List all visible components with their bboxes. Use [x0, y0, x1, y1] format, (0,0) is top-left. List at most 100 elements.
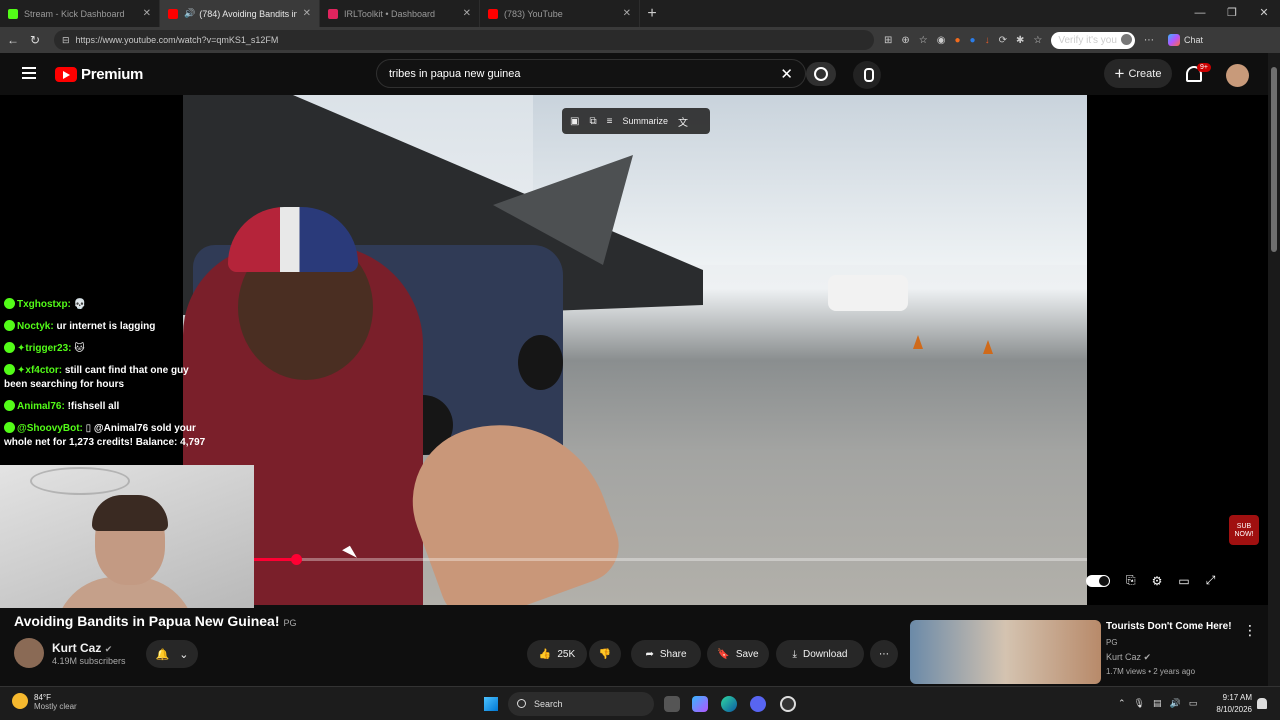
- settings-icon[interactable]: ⚙: [1152, 574, 1163, 588]
- notification-bell-icon[interactable]: [1257, 698, 1267, 709]
- tab-title: (784) Avoiding Bandits in Pap: [199, 8, 297, 19]
- plus-icon: +: [1114, 63, 1125, 83]
- speaker-icon[interactable]: 🔊: [184, 8, 195, 19]
- battery-icon[interactable]: ▭: [1189, 698, 1198, 709]
- obs-icon[interactable]: [780, 696, 796, 712]
- reload-icon[interactable]: ↻: [24, 33, 46, 47]
- kick-icon: [8, 8, 18, 19]
- subscribed-button[interactable]: 🔔 ⌄: [146, 640, 198, 668]
- clear-search-icon[interactable]: ✕: [780, 65, 793, 83]
- site-info-icon[interactable]: ⊟: [62, 35, 70, 46]
- recommended-more-icon[interactable]: ⋮: [1243, 622, 1257, 639]
- extension-icon[interactable]: ●: [954, 35, 960, 46]
- voice-search-icon[interactable]: [853, 61, 881, 89]
- task-view-icon[interactable]: [664, 696, 680, 712]
- restore-icon[interactable]: ❐: [1216, 0, 1248, 27]
- close-tab-icon[interactable]: ✕: [623, 8, 631, 19]
- autoplay-toggle[interactable]: [1086, 574, 1110, 587]
- refresh-extension-icon[interactable]: ⟳: [999, 35, 1007, 46]
- puzzle-icon[interactable]: ✱: [1016, 35, 1024, 46]
- more-icon[interactable]: ⋯: [1144, 35, 1154, 46]
- download-icon[interactable]: ↓: [985, 35, 990, 46]
- close-window-icon[interactable]: ✕: [1248, 0, 1280, 27]
- share-button[interactable]: ➦ Share: [631, 640, 701, 668]
- extension-icon[interactable]: ◉: [937, 35, 946, 46]
- logo-text: Premium: [81, 66, 144, 83]
- minimize-icon[interactable]: —: [1184, 0, 1216, 27]
- app-icon[interactable]: ⊞: [884, 35, 892, 46]
- taskbar-clock[interactable]: 9:17 AM 8/10/2026: [1208, 692, 1252, 716]
- video-progress-bar[interactable]: [254, 554, 1087, 565]
- extension-icon[interactable]: ●: [970, 35, 976, 46]
- close-tab-icon[interactable]: ✕: [303, 8, 311, 19]
- youtube-play-icon: [55, 67, 77, 82]
- network-icon[interactable]: ▤: [1153, 698, 1162, 709]
- close-tab-icon[interactable]: ✕: [463, 8, 471, 19]
- tab-kick-dashboard[interactable]: Stream - Kick Dashboard ✕: [0, 0, 160, 27]
- close-tab-icon[interactable]: ✕: [143, 8, 151, 19]
- dislike-button[interactable]: 👎: [589, 640, 621, 668]
- discord-icon[interactable]: [750, 696, 766, 712]
- streamer-webcam: [0, 465, 254, 608]
- kick-badge-icon: [4, 298, 15, 309]
- tab-youtube-video[interactable]: 🔊 (784) Avoiding Bandits in Pap ✕: [160, 0, 320, 27]
- fullscreen-icon[interactable]: ⤢: [1206, 573, 1216, 588]
- screenshot-icon[interactable]: ▣: [570, 116, 579, 127]
- zoom-icon[interactable]: ⊕: [901, 35, 909, 46]
- create-button[interactable]: + Create: [1104, 59, 1172, 88]
- verify-button[interactable]: Verify it's you: [1051, 31, 1135, 49]
- picture-in-picture-icon[interactable]: ⧉: [589, 116, 596, 127]
- windows-start-icon[interactable]: [484, 697, 498, 711]
- miniplayer-icon[interactable]: ▭: [1178, 574, 1189, 588]
- search-button[interactable]: [806, 62, 836, 86]
- tab-irltoolkit[interactable]: IRLToolkit • Dashboard ✕: [320, 0, 480, 27]
- menu-icon[interactable]: [22, 67, 36, 82]
- chat-message: @ShoovyBot: ▯ @Animal76 sold your whole …: [4, 422, 214, 450]
- edge-icon[interactable]: [721, 696, 737, 712]
- copilot-icon[interactable]: [692, 696, 708, 712]
- recommended-thumbnail[interactable]: [910, 620, 1101, 684]
- youtube-icon: [168, 8, 178, 19]
- like-button[interactable]: 👍 25K: [527, 640, 587, 668]
- tab-title: (783) YouTube: [504, 8, 563, 19]
- bell-icon: 🔔: [155, 648, 170, 661]
- chevron-up-icon[interactable]: ⌃: [1118, 698, 1126, 709]
- volume-icon[interactable]: 🔊: [1170, 698, 1181, 709]
- new-tab-button[interactable]: +: [640, 0, 664, 27]
- window-controls: — ❐ ✕: [1184, 0, 1280, 27]
- channel-name[interactable]: Kurt Caz ✔: [52, 641, 112, 655]
- favorites-icon[interactable]: ☆: [1033, 35, 1042, 46]
- copilot-icon: [1167, 34, 1180, 46]
- search-input[interactable]: tribes in papua new guinea ✕: [376, 59, 806, 88]
- copilot-chat-button[interactable]: Chat: [1167, 34, 1203, 46]
- summarize-icon[interactable]: ≡: [607, 116, 613, 127]
- microphone-icon[interactable]: 🎙: [1134, 698, 1145, 709]
- download-button[interactable]: ⤓ Download: [776, 640, 864, 668]
- verify-label: Verify it's you: [1058, 34, 1117, 46]
- scrollbar-thumb[interactable]: [1271, 67, 1277, 252]
- download-icon: ⤓: [792, 648, 797, 660]
- more-actions-button[interactable]: ⋯: [870, 640, 898, 668]
- recommended-meta: 1.7M views • 2 years ago: [1106, 667, 1196, 676]
- tab-youtube-home[interactable]: (783) YouTube ✕: [480, 0, 640, 27]
- subscribe-watermark[interactable]: SUB NOW!: [1229, 515, 1259, 545]
- youtube-logo[interactable]: Premium: [55, 66, 143, 83]
- captions-icon[interactable]: ⎘: [1126, 573, 1136, 588]
- save-button[interactable]: 🔖 Save: [707, 640, 769, 668]
- summarize-button[interactable]: Summarize: [622, 116, 668, 126]
- weather-widget[interactable]: 84°F Mostly clear: [12, 693, 77, 711]
- chat-username: Txghostxp:: [17, 299, 71, 310]
- recommended-title[interactable]: Tourists Don't Come Here!: [1106, 621, 1232, 632]
- taskbar-search[interactable]: Search: [508, 692, 654, 716]
- page-scrollbar[interactable]: [1268, 53, 1280, 686]
- url-field[interactable]: ⊟ https://www.youtube.com/watch?v=qmKS1_…: [54, 30, 874, 50]
- translate-icon[interactable]: 文: [678, 114, 688, 129]
- account-avatar[interactable]: [1226, 64, 1249, 87]
- favorite-icon[interactable]: ☆: [919, 35, 928, 46]
- progress-scrubber[interactable]: [290, 554, 302, 565]
- back-icon[interactable]: ←: [2, 33, 24, 47]
- youtube-header: Premium tribes in papua new guinea ✕ + Cr…: [0, 53, 1268, 95]
- channel-avatar[interactable]: [14, 638, 44, 668]
- verified-icon: ✔: [1143, 652, 1152, 662]
- kick-badge-icon: [4, 400, 15, 411]
